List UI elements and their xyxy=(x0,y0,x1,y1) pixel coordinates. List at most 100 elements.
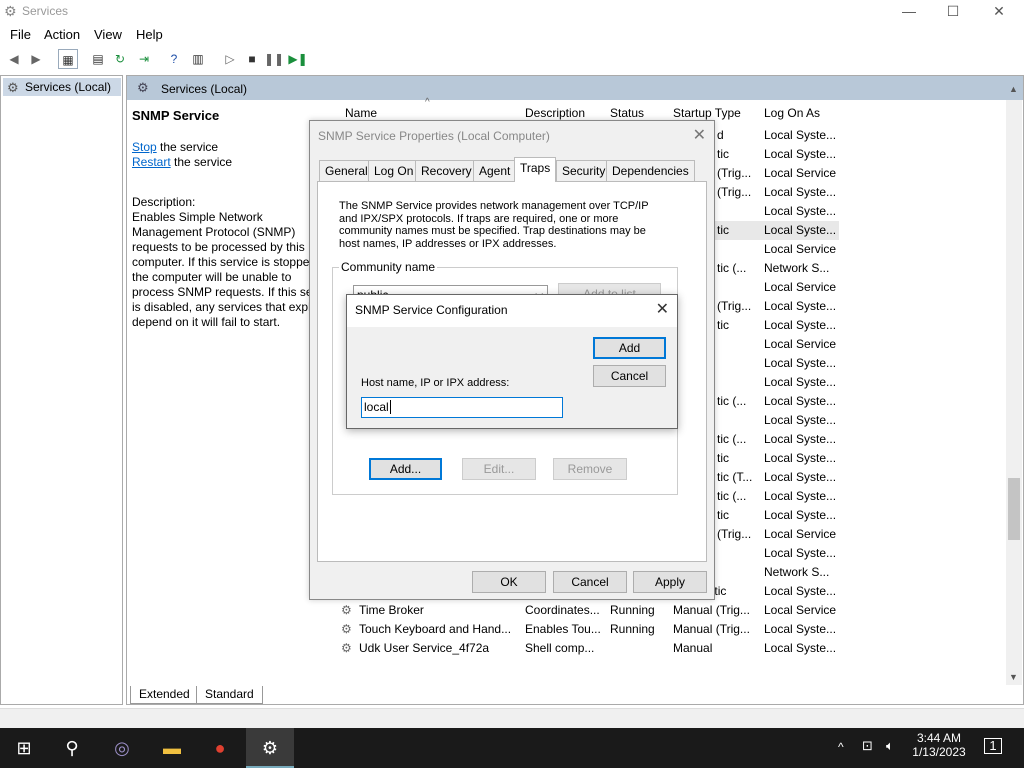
startup-type-cell: (Trig... xyxy=(717,185,752,199)
clock-time: 3:44 AM xyxy=(916,731,962,745)
export-list-icon[interactable]: ⇥ xyxy=(134,49,154,69)
startup-type-cell: tic (... xyxy=(717,261,747,275)
clock[interactable]: 3:44 AM 1/13/2023 xyxy=(910,731,968,759)
tab-standard[interactable]: Standard xyxy=(196,686,263,704)
apply-button[interactable]: Apply xyxy=(633,571,707,593)
vertical-scrollbar[interactable] xyxy=(1006,100,1022,685)
menu-help[interactable]: Help xyxy=(136,27,163,42)
search-icon[interactable]: ⚲ xyxy=(48,728,96,768)
startup-type-cell: tic (T... xyxy=(717,470,753,484)
service-description-cell: Coordinates... xyxy=(525,603,600,617)
log-on-as-cell: Local Service xyxy=(764,280,837,294)
startup-type-cell: (Trig... xyxy=(717,527,752,541)
menu-file[interactable]: File xyxy=(10,27,31,42)
menu-action[interactable]: Action xyxy=(44,27,80,42)
sort-ascending-icon: ^ xyxy=(425,97,430,108)
log-on-as-cell: Local Service xyxy=(764,527,837,541)
scroll-down-icon[interactable]: ▼ xyxy=(1009,672,1018,682)
column-header-name[interactable]: Name xyxy=(345,106,377,120)
add-trap-destination-button[interactable]: Add... xyxy=(369,458,442,480)
tab-extended[interactable]: Extended xyxy=(130,686,199,704)
table-row[interactable]: ⚙ Time Broker Coordinates... Running Manual … xyxy=(339,601,1019,620)
log-on-as-cell: Local Syste... xyxy=(764,622,837,636)
column-header-startup-type[interactable]: Startup Type xyxy=(673,106,741,120)
start-service-icon[interactable]: ▷ xyxy=(220,49,240,69)
show-hidden-icons-icon[interactable]: ^ xyxy=(838,740,844,754)
scrollbar-thumb[interactable] xyxy=(1008,478,1020,540)
action-pane-icon[interactable]: ▥ xyxy=(188,49,208,69)
stop-service-icon[interactable]: ■ xyxy=(242,49,262,69)
status-bar xyxy=(0,708,1024,728)
tab-recovery[interactable]: Recovery xyxy=(415,160,478,181)
tab-dependencies[interactable]: Dependencies xyxy=(606,160,695,181)
chrome-icon[interactable]: ● xyxy=(196,728,244,768)
service-status-cell: Running xyxy=(610,622,655,636)
notification-center-icon[interactable]: 1 xyxy=(984,738,1002,754)
stop-service-link[interactable]: Stop xyxy=(132,140,157,154)
remove-trap-destination-button[interactable]: Remove xyxy=(553,458,627,480)
config-cancel-button[interactable]: Cancel xyxy=(593,365,666,387)
menu-view[interactable]: View xyxy=(94,27,122,42)
cancel-button[interactable]: Cancel xyxy=(553,571,627,593)
minimize-button[interactable]: — xyxy=(886,0,932,24)
file-explorer-icon[interactable]: ▬ xyxy=(148,728,196,768)
close-icon[interactable]: ✕ xyxy=(656,299,669,319)
startup-type-cell: tic xyxy=(717,223,729,237)
log-on-as-cell: Local Service xyxy=(764,166,837,180)
scroll-up-icon[interactable]: ▲ xyxy=(1009,84,1018,94)
forward-arrow-icon[interactable]: ▶ xyxy=(26,49,46,69)
app-swirl-icon[interactable]: ◎ xyxy=(98,728,146,768)
log-on-as-cell: Local Service xyxy=(764,337,837,351)
log-on-as-cell: Local Syste... xyxy=(764,489,837,503)
console-tree-icon[interactable]: ▦ xyxy=(58,49,78,69)
restart-service-icon[interactable]: ▶❚ xyxy=(288,49,308,69)
service-gear-icon: ⚙ xyxy=(341,622,352,636)
help-icon[interactable]: ? xyxy=(164,49,184,69)
maximize-button[interactable]: ☐ xyxy=(930,0,976,24)
tab-general[interactable]: General xyxy=(319,160,374,181)
log-on-as-cell: Network S... xyxy=(764,261,830,275)
start-windows-icon[interactable]: ⊞ xyxy=(0,728,48,768)
tab-traps[interactable]: Traps xyxy=(514,157,557,182)
log-on-as-cell: Local Syste... xyxy=(764,451,837,465)
log-on-as-cell: Local Syste... xyxy=(764,223,837,237)
properties-icon[interactable]: ▤ xyxy=(88,49,108,69)
column-header-log-on-as[interactable]: Log On As xyxy=(764,106,820,120)
network-icon[interactable]: ⊡ xyxy=(862,738,873,754)
close-button[interactable]: ✕ xyxy=(976,0,1022,24)
config-add-button[interactable]: Add xyxy=(593,337,666,359)
pause-service-icon[interactable]: ❚❚ xyxy=(264,49,284,69)
host-address-input[interactable]: local xyxy=(361,397,563,418)
volume-icon[interactable]: 🔈︎ xyxy=(886,738,894,754)
services-taskbar-gear-icon[interactable]: ⚙ xyxy=(246,728,294,768)
edit-trap-destination-button[interactable]: Edit... xyxy=(462,458,536,480)
back-arrow-icon[interactable]: ◀ xyxy=(4,49,24,69)
tab-security[interactable]: Security xyxy=(556,160,612,181)
close-icon[interactable]: ✕ xyxy=(693,125,706,145)
column-header-status[interactable]: Status xyxy=(610,106,644,120)
log-on-as-cell: Local Syste... xyxy=(764,204,837,218)
restart-service-link[interactable]: Restart xyxy=(132,155,171,169)
ok-button[interactable]: OK xyxy=(472,571,546,593)
startup-type-cell: (Trig... xyxy=(717,299,752,313)
log-on-as-cell: Local Syste... xyxy=(764,394,837,408)
log-on-as-cell: Local Syste... xyxy=(764,546,837,560)
table-row[interactable]: ⚙ Udk User Service_4f72a Shell comp... Manu… xyxy=(339,639,1019,658)
menu-bar: File Action View Help xyxy=(0,24,1024,44)
config-dialog-title: SNMP Service Configuration xyxy=(355,303,508,317)
description-line: requests to be processed by this xyxy=(132,240,305,254)
log-on-as-cell: Local Syste... xyxy=(764,375,837,389)
startup-type-cell: tic xyxy=(717,147,729,161)
log-on-as-cell: Network S... xyxy=(764,565,830,579)
services-gear-icon: ⚙ xyxy=(4,3,17,19)
column-header-description[interactable]: Description xyxy=(525,106,585,120)
description-line: Enables Simple Network xyxy=(132,210,263,224)
tab-log-on[interactable]: Log On xyxy=(368,160,420,181)
tab-agent[interactable]: Agent xyxy=(473,160,517,181)
startup-type-cell: tic (... xyxy=(717,394,747,408)
tree-node-services-local[interactable]: ⚙ Services (Local) xyxy=(3,78,121,96)
refresh-icon[interactable]: ↻ xyxy=(110,49,130,69)
text-cursor xyxy=(389,400,391,414)
table-row[interactable]: ⚙ Touch Keyboard and Hand... Enables Tou..… xyxy=(339,620,1019,639)
toolbar: ◀ ▶ ▦ ▤ ↻ ⇥ ? ▥ ▷ ■ ❚❚ ▶❚ xyxy=(0,46,1024,72)
